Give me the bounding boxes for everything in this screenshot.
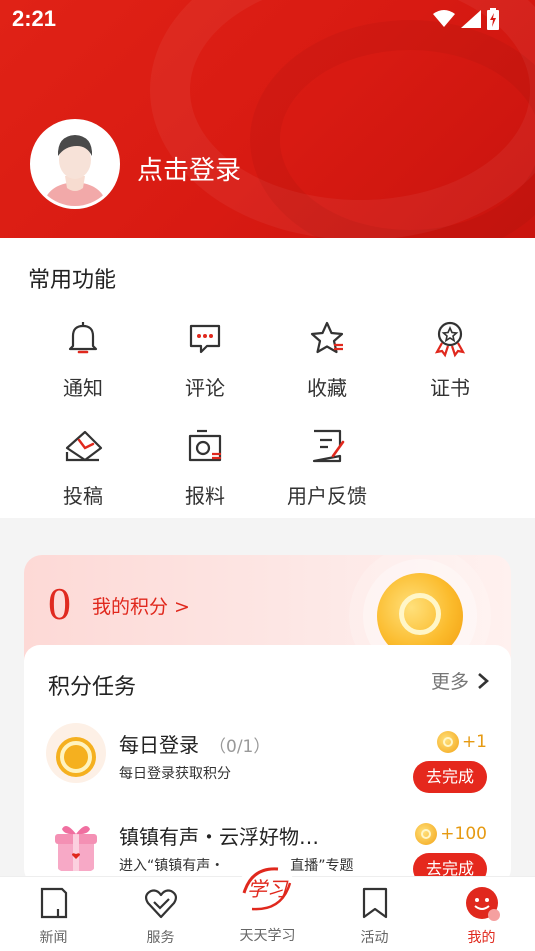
wifi-icon xyxy=(433,10,455,27)
camera-report-icon xyxy=(188,429,222,462)
task-name-text: 每日登录 xyxy=(119,733,199,757)
profile-header: 2:21 点击登录 xyxy=(0,0,535,238)
my-points-link[interactable]: 我的积分 > xyxy=(92,592,190,619)
function-label: 证书 xyxy=(430,376,470,400)
more-tasks-button[interactable]: 更多 xyxy=(431,667,489,694)
section-title: 常用功能 xyxy=(28,268,117,293)
task-reward: +1 xyxy=(436,731,487,753)
complete-task-button[interactable]: 去完成 xyxy=(413,761,487,793)
more-label: 更多 xyxy=(430,671,469,693)
xuexi-logo: 学习 xyxy=(239,861,295,917)
function-notification[interactable]: 通知 xyxy=(23,318,143,401)
bookmark-icon xyxy=(362,887,387,919)
certificate-icon xyxy=(434,321,466,358)
star-icon xyxy=(310,321,344,354)
function-label: 收藏 xyxy=(307,376,347,400)
nav-service[interactable]: 服务 xyxy=(107,877,214,947)
nav-news[interactable]: 新闻 xyxy=(0,877,107,947)
task-name: 每日登录 （0/1） xyxy=(119,729,270,758)
gift-icon xyxy=(46,815,106,875)
function-label: 通知 xyxy=(63,376,103,400)
nav-label: 服务 xyxy=(146,930,175,946)
coin-icon xyxy=(415,823,438,845)
function-favorite[interactable]: 收藏 xyxy=(267,318,387,401)
login-button[interactable]: 点击登录 xyxy=(137,150,241,187)
task-description-text: 进入“镇镇有声・ xyxy=(119,858,225,874)
tasks-title: 积分任务 xyxy=(48,675,137,700)
task-progress: （0/1） xyxy=(209,737,271,757)
nav-label: 我的 xyxy=(467,930,496,946)
xuexi-logo-text: 学习 xyxy=(247,877,289,901)
default-avatar-icon xyxy=(33,122,117,206)
points-tasks-panel: 积分任务 更多 每日登录 （0/1） 每日登录获取积分 +1 去完成 镇镇有声・… xyxy=(24,645,511,885)
task-reward: +100 xyxy=(415,823,487,845)
nav-mine[interactable]: 我的 xyxy=(428,877,535,947)
nav-xuexi[interactable]: 学习 天天学习 xyxy=(214,861,321,945)
function-label: 报料 xyxy=(185,484,225,508)
avatar[interactable] xyxy=(30,119,120,209)
reward-value: +1 xyxy=(461,732,487,752)
submit-icon xyxy=(65,430,103,462)
function-label: 用户反馈 xyxy=(287,484,367,508)
status-icons xyxy=(433,8,499,30)
task-name: 镇镇有声・云浮好物… xyxy=(119,825,319,849)
chevron-right-icon xyxy=(478,672,489,689)
heart-service-icon xyxy=(144,889,177,919)
status-time: 2:21 xyxy=(12,6,57,31)
nav-label: 活动 xyxy=(360,930,389,946)
profile-icon xyxy=(465,887,500,921)
bottom-navigation: 新闻 服务 学习 天天学习 活动 我的 xyxy=(0,861,535,951)
task-description: 每日登录获取积分 xyxy=(119,766,231,782)
function-comment[interactable]: 评论 xyxy=(145,318,265,401)
bell-icon xyxy=(68,322,98,354)
nav-label: 天天学习 xyxy=(239,928,296,944)
function-label: 评论 xyxy=(185,376,225,400)
function-submit[interactable]: 投稿 xyxy=(23,426,143,509)
signal-icon xyxy=(461,10,481,28)
function-feedback[interactable]: 用户反馈 xyxy=(267,426,387,509)
task-item: 每日登录 （0/1） 每日登录获取积分 +1 去完成 xyxy=(24,723,511,803)
news-icon xyxy=(40,887,67,919)
coin-icon xyxy=(46,723,106,783)
function-label: 投稿 xyxy=(63,484,103,508)
feedback-icon xyxy=(312,429,345,463)
nav-activity[interactable]: 活动 xyxy=(321,877,428,947)
coin-icon xyxy=(436,731,459,753)
points-value: 0 xyxy=(48,578,71,629)
common-functions-section: 常用功能 通知 评论 收藏 证书 投稿 报料 用户反馈 xyxy=(0,238,535,518)
function-certificate[interactable]: 证书 xyxy=(390,318,510,401)
status-bar: 2:21 xyxy=(0,0,535,38)
reward-value: +100 xyxy=(440,824,487,844)
battery-icon xyxy=(487,8,499,30)
comment-icon xyxy=(189,324,221,354)
function-report[interactable]: 报料 xyxy=(145,426,265,509)
nav-label: 新闻 xyxy=(39,930,68,946)
